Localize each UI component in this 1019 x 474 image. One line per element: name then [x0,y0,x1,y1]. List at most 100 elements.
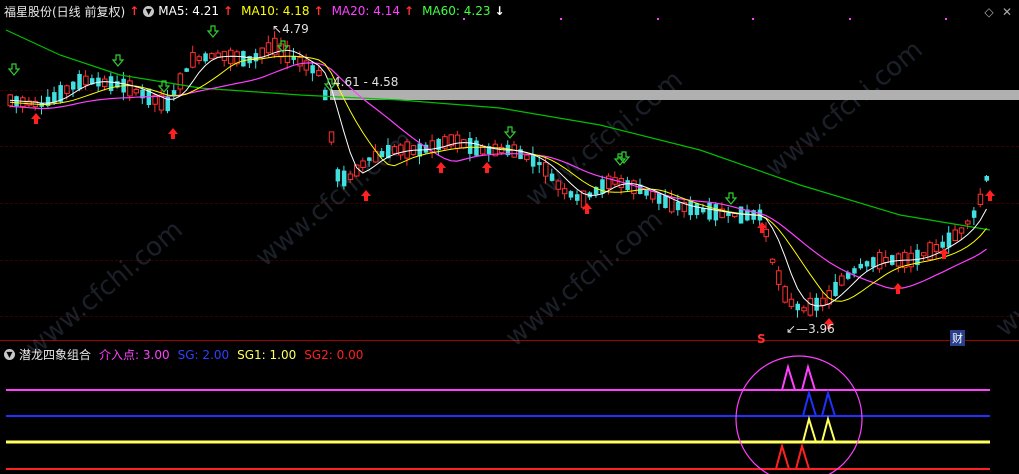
candle [575,194,580,201]
candle [177,73,184,90]
candle [663,195,668,209]
candle [524,154,530,160]
sell-arrow-icon [7,63,21,76]
candle [864,261,870,267]
candle [228,49,234,65]
candle [952,229,958,241]
candle [404,141,410,159]
ma10-value: MA10: 4.18 [241,4,310,18]
candle [83,75,89,86]
candle [555,180,562,190]
candle [323,89,328,101]
candle [391,146,398,154]
candle [102,78,108,88]
candle [820,297,826,306]
candle [341,170,347,187]
candle [133,89,139,94]
candle [707,202,712,220]
p2-spike [797,389,836,417]
ma60-line [5,29,991,231]
candle [530,154,536,167]
ma60-value: MA60: 4.23 [422,4,491,18]
sell-arrow-icon [724,192,738,205]
ma5-line [9,49,987,307]
candle [795,303,800,311]
candle [196,56,202,61]
candle [241,51,246,67]
candle [474,140,479,156]
candle [625,180,630,191]
ma60-arrow-icon: ↓ [494,4,505,18]
candle [568,191,574,198]
candle [303,60,310,71]
candle [801,307,807,312]
candle [184,68,189,72]
p1-spike [770,363,816,391]
candle [694,203,700,216]
candle [367,157,372,161]
candle [763,228,769,238]
sell-arrow-icon [111,54,125,67]
candle [946,232,952,248]
ma5-arrow-icon: ↑ [223,4,234,18]
candle [726,212,731,216]
candle [713,204,719,221]
candle [600,179,605,194]
title-arrow-icon: ↑ [129,4,140,18]
range-price-label: 4.61 - 4.58 [333,75,399,89]
buy-arrow-icon [361,190,371,201]
stock-title[interactable]: 福星股份(日线 前复权) [4,3,125,20]
candle [977,193,984,205]
candle [814,297,819,311]
candle [127,80,133,97]
candle [656,193,662,204]
candle [253,53,259,62]
candle [171,90,177,96]
low-price-label: ↙—3.96 [786,322,835,336]
candle [265,42,272,54]
candle [858,263,863,269]
candle [807,297,814,316]
buy-arrow-icon [985,190,995,201]
candle [782,286,788,303]
buy-arrow-icon [482,162,492,173]
candle [328,131,335,143]
candle [467,138,473,154]
candle [354,164,360,177]
main-legend: 福星股份(日线 前复权) ↑ ▼ MA5: 4.21 ↑ MA10: 4.18 … [4,3,509,19]
candle [64,85,70,94]
candle [871,257,876,268]
candle [310,65,315,74]
candle [876,251,883,270]
candle [77,73,82,90]
resistance-band [330,90,1019,100]
candle [788,298,795,307]
close-icon[interactable]: ✕ [1000,5,1014,19]
candle [669,197,675,213]
candle [839,275,845,286]
candle [71,81,76,90]
high-price-value: 4.79 [282,22,309,36]
candle [316,69,322,77]
candle [890,255,895,265]
ma5-value: MA5: 4.21 [158,4,220,18]
high-price-label: ↖4.79 [272,22,309,36]
chevron-down-icon[interactable]: ▼ [143,5,155,17]
candle [769,258,776,263]
sell-arrow-icon [613,153,627,166]
candle [561,188,568,195]
candle [543,162,549,177]
sell-arrow-icon [206,25,220,38]
candle [921,252,927,257]
candle [833,281,838,296]
candle [511,144,517,158]
buy-arrow-icon [31,113,41,124]
buy-arrow-icon [168,128,178,139]
candle [631,180,637,195]
candle [650,191,656,200]
candle [958,227,965,234]
candle [190,52,196,68]
diamond-icon[interactable]: ◇ [982,5,996,19]
candle [776,270,782,285]
candle [965,220,971,225]
